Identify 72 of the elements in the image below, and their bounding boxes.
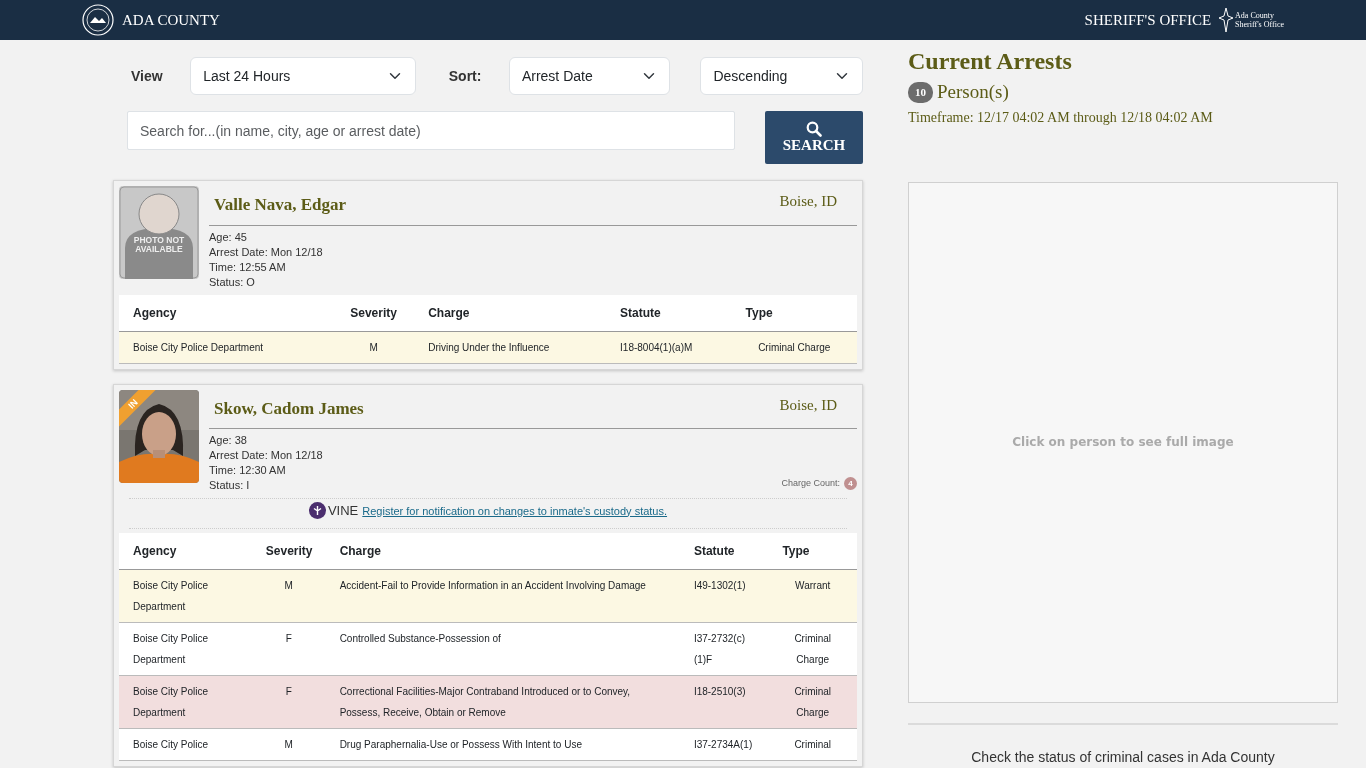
column-header: Agency [119, 294, 333, 331]
column-header: Severity [251, 532, 326, 569]
column-header: Agency [119, 532, 252, 569]
column-header: Type [768, 532, 857, 569]
sheriff-logo: Ada County Sheriff's Office [1219, 6, 1284, 34]
table-cell: Criminal Charge [768, 675, 857, 728]
search-icon [806, 121, 823, 138]
table-cell: Drug Paraphernalia-Use or Possess With Intent to Use [325, 728, 680, 760]
city-text: Boise, ID [779, 395, 837, 415]
charge-count-label: Charge Count: [781, 476, 840, 490]
person-name[interactable]: Valle Nava, Edgar [214, 192, 347, 218]
view-select[interactable]: Last 24 Hours [190, 57, 416, 95]
column-header: Statute [679, 532, 769, 569]
sort-select[interactable]: Arrest Date [508, 57, 671, 95]
arrest-card[interactable] [113, 180, 863, 370]
timeframe-text: Timeframe: 12/17 04:02 AM through 12/18 04:02 AM [908, 108, 1214, 127]
column-header: Charge [325, 532, 680, 569]
detail-text: Age: 45 [209, 229, 248, 245]
table-cell: Warrant [768, 569, 857, 622]
person-name[interactable]: Skow, Cadom James [214, 395, 364, 421]
case-status-link[interactable]: Check the status of criminal cases in Ada County [908, 746, 1338, 768]
table-cell: I37-2732(c)(1)F [679, 622, 769, 675]
vine-link[interactable]: Register for notification on changes to inmate's custody status. [362, 502, 668, 519]
table-cell: M [333, 331, 415, 363]
site-title[interactable]: ADA COUNTY [122, 8, 220, 32]
column-header: Severity [333, 294, 415, 331]
column-header: Type [731, 294, 857, 331]
detail-text: Age: 38 [209, 433, 248, 448]
table-cell: M [251, 569, 326, 622]
search-field[interactable]: Search for...(in name, city, age or arrest date) [127, 111, 736, 150]
table-cell: I37-2734A(1) [679, 728, 769, 760]
table-cell: Criminal Charge [768, 622, 857, 675]
detail-text: Arrest Date: Mon 12/18 [209, 244, 323, 260]
city-text: Boise, ID [779, 192, 837, 211]
column-header: Statute [606, 294, 732, 331]
table-cell: Accident-Fail to Provide Information in an Accident Involving Damage [325, 569, 680, 622]
count-label: Person(s) [937, 80, 1009, 105]
order-select[interactable]: Descending [700, 57, 863, 95]
image-hint: Click on person to see full image [1012, 434, 1234, 452]
table-cell: Boise City Police Department [119, 675, 252, 728]
table-cell: Boise City Police Department [119, 622, 252, 675]
table-cell: Criminal [768, 728, 857, 760]
office-title[interactable]: SHERIFF'S OFFICE [1084, 8, 1212, 32]
table-cell: Boise City Police Department [119, 569, 252, 622]
seal-icon [82, 4, 114, 36]
page-heading: Current Arrests [908, 48, 1073, 75]
detail-text: Arrest Date: Mon 12/18 [209, 448, 323, 463]
vine-logo: VINE [308, 501, 359, 521]
detail-text: Time: 12:55 AM [209, 259, 287, 275]
table-cell: F [251, 622, 326, 675]
table-cell: I49-1302(1) [679, 569, 769, 622]
table-cell: I18-8004(1)(a)M [606, 331, 732, 363]
photo-caption: PHOTO NOT AVAILABLE [132, 236, 186, 254]
column-header: Charge [414, 294, 607, 331]
table-cell: Criminal Charge [731, 331, 857, 363]
detail-text: Time: 12:30 AM [209, 463, 287, 478]
arrest-card[interactable] [113, 383, 863, 767]
table-cell: I18-2510(3) [679, 675, 769, 728]
charge-count-badge: 4 [844, 476, 857, 490]
search-button[interactable]: SEARCH [765, 111, 863, 164]
detail-text: Status: O [209, 274, 256, 290]
table-cell: F [251, 675, 326, 728]
table-cell: Driving Under the Influence [414, 331, 607, 363]
detail-text: Status: I [209, 478, 251, 493]
sort-label: Sort: [447, 66, 483, 86]
view-label: View [130, 66, 164, 86]
count-badge: 10 [908, 82, 933, 103]
table-cell: Boise City Police [119, 728, 252, 760]
table-cell: Controlled Substance-Possession of [325, 622, 680, 675]
table-cell: M [251, 728, 326, 760]
table-cell: Boise City Police Department [119, 331, 333, 363]
table-cell: Correctional Facilities-Major Contraband Introduced or to Convey, Possess, Receive, Obtain or Remove [325, 675, 680, 728]
